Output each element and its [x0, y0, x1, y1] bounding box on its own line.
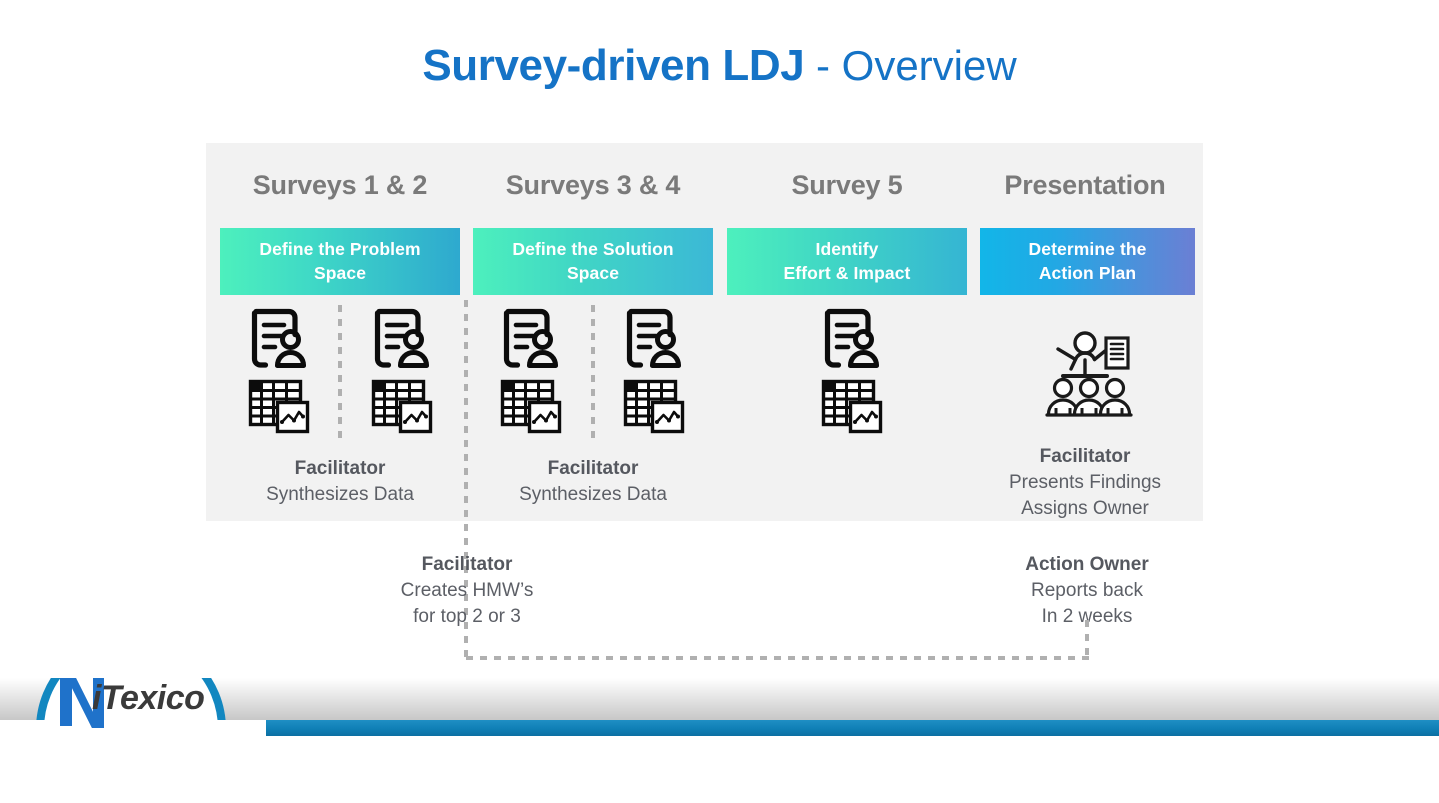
- icon-group-survey-3: [489, 305, 573, 435]
- spreadsheet-chart-icon: [248, 379, 310, 435]
- column-header-survey-5: Survey 5: [791, 170, 903, 200]
- page-title-light: - Overview: [804, 42, 1017, 89]
- column-header-surveys-1-2: Surveys 1 & 2: [252, 170, 428, 200]
- survey-document-person-icon: [248, 305, 310, 371]
- column-inner-divider-2: [591, 305, 595, 445]
- caption-line: Reports back: [1031, 580, 1143, 602]
- logo-mask: [0, 720, 266, 760]
- caption-facilitator-col2: Facilitator Synthesizes Data: [473, 456, 713, 508]
- caption-line: Synthesizes Data: [519, 484, 667, 506]
- footer-brand-band: iTexico: [0, 678, 1439, 803]
- caption-line: Assigns Owner: [1021, 498, 1149, 520]
- caption-title: Facilitator: [547, 458, 639, 479]
- survey-document-person-icon: [623, 305, 685, 371]
- logo-text: iTexico: [92, 679, 205, 717]
- caption-line: Presents Findings: [1008, 472, 1162, 494]
- icon-group-survey-4: [612, 305, 696, 435]
- stage-bar-label: Identify Effort & Impact: [783, 238, 911, 283]
- stage-bar-label: Define the Solution Space: [512, 238, 674, 283]
- caption-facilitator-hmw: Facilitator Creates HMW’s for top 2 or 3: [347, 552, 587, 631]
- spreadsheet-chart-icon: [821, 379, 883, 435]
- survey-document-person-icon: [821, 305, 883, 371]
- logo[interactable]: iTexico: [0, 678, 266, 764]
- column-inner-divider-1: [338, 305, 342, 445]
- survey-document-person-icon: [500, 305, 562, 371]
- caption-title: Facilitator: [421, 554, 513, 575]
- logo-text-wrap: iTexico: [58, 678, 218, 722]
- stage-bar-label: Determine the Action Plan: [1028, 238, 1147, 283]
- column-header-presentation: Presentation: [1004, 170, 1166, 200]
- stage-bar-define-problem-space[interactable]: Define the Problem Space: [220, 228, 460, 295]
- caption-line: Synthesizes Data: [266, 484, 414, 506]
- presentation-audience-icon: [1043, 330, 1135, 418]
- survey-document-person-icon: [371, 305, 433, 371]
- caption-line: for top 2 or 3: [413, 606, 521, 628]
- stage-bar-determine-action-plan[interactable]: Determine the Action Plan: [980, 228, 1195, 295]
- icon-group-presentation: [1043, 330, 1135, 418]
- slide-canvas: Survey-driven LDJ - Overview Surveys 1 &…: [0, 0, 1439, 803]
- connector-vertical-dotted-right: [1085, 620, 1089, 660]
- caption-action-owner: Action Owner Reports back In 2 weeks: [967, 552, 1207, 631]
- caption-facilitator-presentation: Facilitator Presents Findings Assigns Ow…: [975, 444, 1195, 523]
- spreadsheet-chart-icon: [623, 379, 685, 435]
- icon-group-survey-2: [360, 305, 444, 435]
- stage-bar-identify-effort-impact[interactable]: Identify Effort & Impact: [727, 228, 967, 295]
- spreadsheet-chart-icon: [500, 379, 562, 435]
- connector-horizontal-dotted: [466, 656, 1089, 660]
- stage-bar-label: Define the Problem Space: [259, 238, 421, 283]
- page-title-bold: Survey-driven LDJ: [422, 41, 805, 90]
- caption-facilitator-col1: Facilitator Synthesizes Data: [220, 456, 460, 508]
- caption-title: Facilitator: [294, 458, 386, 479]
- stage-bar-define-solution-space[interactable]: Define the Solution Space: [473, 228, 713, 295]
- caption-line: Creates HMW’s: [400, 580, 534, 602]
- page-title: Survey-driven LDJ - Overview: [0, 44, 1439, 88]
- icon-group-survey-5: [810, 305, 894, 435]
- column-header-surveys-3-4: Surveys 3 & 4: [505, 170, 681, 200]
- caption-title: Action Owner: [1025, 554, 1149, 575]
- caption-title: Facilitator: [1039, 446, 1131, 467]
- spreadsheet-chart-icon: [371, 379, 433, 435]
- icon-group-survey-1: [237, 305, 321, 435]
